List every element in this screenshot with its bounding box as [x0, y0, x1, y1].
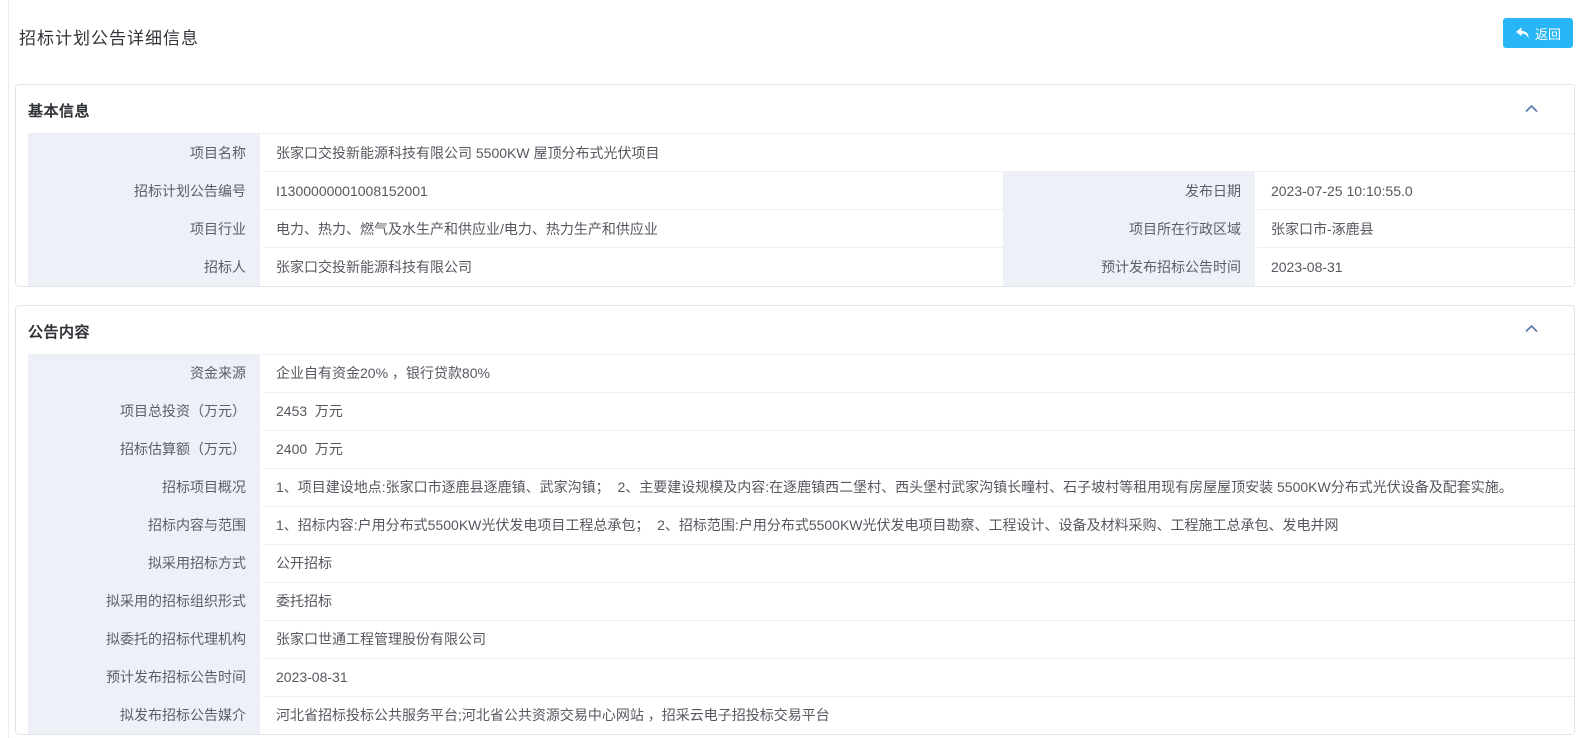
back-button-label: 返回 [1535, 24, 1561, 43]
field-label: 项目总投资（万元） [28, 392, 261, 430]
field-label: 拟发布招标公告媒介 [28, 696, 261, 734]
field-value: 河北省招标投标公共服务平台;河北省公共资源交易中心网站 ，招采云电子招投标交易平… [261, 696, 1574, 734]
field-label: 招标人 [28, 248, 261, 286]
table-row: 招标项目概况 1、项目建设地点:张家口市逐鹿县逐鹿镇、武家沟镇； 2、主要建设规… [28, 468, 1574, 506]
section-basic-info-header: 基本信息 [16, 85, 1574, 133]
page-title: 招标计划公告详细信息 [19, 24, 1575, 49]
field-label: 招标估算额（万元） [28, 430, 261, 468]
field-label: 项目名称 [28, 134, 261, 172]
section-basic-info: 基本信息 项目名称 张家口交投新能源科技有限公司 5500KW 屋顶分布式光伏项… [15, 84, 1575, 287]
field-label: 发布日期 [1003, 172, 1256, 210]
field-value: 委托招标 [261, 582, 1574, 620]
chevron-up-icon[interactable] [1522, 320, 1540, 338]
chevron-up-icon[interactable] [1522, 99, 1540, 117]
field-label: 资金来源 [28, 354, 261, 392]
field-value: 张家口交投新能源科技有限公司 5500KW 屋顶分布式光伏项目 [261, 134, 1574, 172]
section-announcement-content-header: 公告内容 [16, 306, 1574, 354]
field-value: 1、招标内容:户用分布式5500KW光伏发电项目工程总承包； 2、招标范围:户用… [261, 506, 1574, 544]
basic-info-table: 项目名称 张家口交投新能源科技有限公司 5500KW 屋顶分布式光伏项目 招标计… [28, 133, 1574, 286]
table-row: 项目行业 电力、热力、燃气及水生产和供应业/电力、热力生产和供应业 项目所在行政… [28, 210, 1574, 248]
back-button[interactable]: 返回 [1503, 18, 1573, 48]
table-row: 招标人 张家口交投新能源科技有限公司 预计发布招标公告时间 2023-08-31 [28, 248, 1574, 286]
field-label: 拟采用的招标组织形式 [28, 582, 261, 620]
section-announcement-content: 公告内容 资金来源 企业自有资金20% ，银行贷款80% 项目总投资（万元） 2… [15, 305, 1575, 736]
field-label: 拟委托的招标代理机构 [28, 620, 261, 658]
field-label: 招标项目概况 [28, 468, 261, 506]
section-title: 基本信息 [28, 103, 90, 120]
table-row: 预计发布招标公告时间 2023-08-31 [28, 658, 1574, 696]
table-row: 项目总投资（万元） 2453 万元 [28, 392, 1574, 430]
back-arrow-icon [1515, 26, 1530, 40]
field-value: 2023-07-25 10:10:55.0 [1256, 172, 1574, 210]
table-row: 拟采用招标方式 公开招标 [28, 544, 1574, 582]
field-value: 2453 万元 [261, 392, 1574, 430]
table-row: 招标内容与范围 1、招标内容:户用分布式5500KW光伏发电项目工程总承包； 2… [28, 506, 1574, 544]
field-value: 2023-08-31 [1256, 248, 1574, 286]
announcement-content-table: 资金来源 企业自有资金20% ，银行贷款80% 项目总投资（万元） 2453 万… [28, 354, 1574, 735]
field-value: 张家口世通工程管理股份有限公司 [261, 620, 1574, 658]
table-row: 项目名称 张家口交投新能源科技有限公司 5500KW 屋顶分布式光伏项目 [28, 134, 1574, 172]
field-label: 预计发布招标公告时间 [28, 658, 261, 696]
field-value: I1300000001008152001 [261, 172, 1003, 210]
field-value: 电力、热力、燃气及水生产和供应业/电力、热力生产和供应业 [261, 210, 1003, 248]
table-row: 拟发布招标公告媒介 河北省招标投标公共服务平台;河北省公共资源交易中心网站 ，招… [28, 696, 1574, 734]
field-value: 张家口市-涿鹿县 [1256, 210, 1574, 248]
field-value: 2400 万元 [261, 430, 1574, 468]
page-container: 招标计划公告详细信息 返回 基本信息 项目名称 张家口交投新能源科技有限公 [8, 0, 1591, 738]
field-label: 项目行业 [28, 210, 261, 248]
field-label: 招标内容与范围 [28, 506, 261, 544]
table-row: 拟委托的招标代理机构 张家口世通工程管理股份有限公司 [28, 620, 1574, 658]
field-value: 张家口交投新能源科技有限公司 [261, 248, 1003, 286]
field-label: 预计发布招标公告时间 [1003, 248, 1256, 286]
field-value: 1、项目建设地点:张家口市逐鹿县逐鹿镇、武家沟镇； 2、主要建设规模及内容:在逐… [261, 468, 1574, 506]
field-value: 企业自有资金20% ，银行贷款80% [261, 354, 1574, 392]
field-value: 公开招标 [261, 544, 1574, 582]
table-row: 资金来源 企业自有资金20% ，银行贷款80% [28, 354, 1574, 392]
field-label: 拟采用招标方式 [28, 544, 261, 582]
table-row: 招标估算额（万元） 2400 万元 [28, 430, 1574, 468]
section-title: 公告内容 [28, 324, 90, 341]
table-row: 拟采用的招标组织形式 委托招标 [28, 582, 1574, 620]
field-label: 项目所在行政区域 [1003, 210, 1256, 248]
field-label: 招标计划公告编号 [28, 172, 261, 210]
field-value: 2023-08-31 [261, 658, 1574, 696]
page-header: 招标计划公告详细信息 返回 [15, 0, 1575, 66]
table-row: 招标计划公告编号 I1300000001008152001 发布日期 2023-… [28, 172, 1574, 210]
